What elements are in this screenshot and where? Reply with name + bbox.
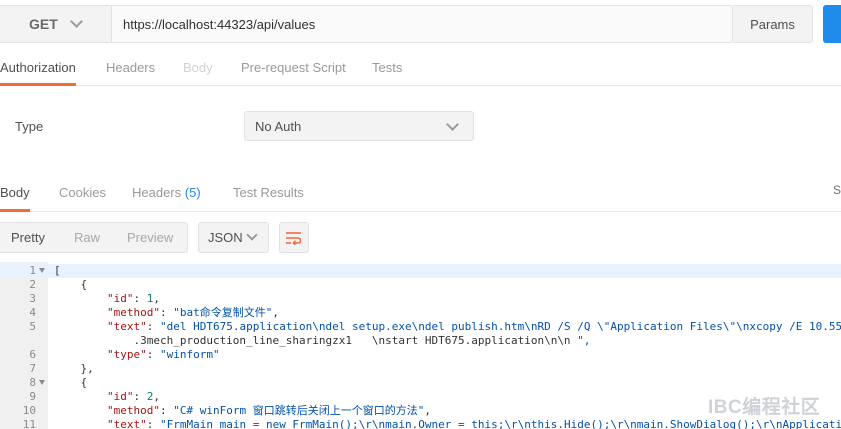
code-text: "method": "C# winForm 窗口跳转后关闭上一个窗口的方法", <box>106 404 431 417</box>
fold-toggle-icon[interactable] <box>39 268 45 273</box>
code-text: "text": "del HDT675.application\ndel set… <box>106 320 841 333</box>
code-line: .3mech_production_line_sharingzx1 \nstar… <box>0 334 841 348</box>
chevron-down-icon <box>246 229 258 241</box>
code-text: "id": 2, <box>106 390 160 403</box>
method-label: GET <box>29 16 58 32</box>
line-number: 11 <box>22 418 36 429</box>
code-text: "method": "bat命令复制文件", <box>106 306 279 319</box>
code-line: 5 "text": "del HDT675.application\ndel s… <box>0 320 841 334</box>
wrap-lines-button[interactable] <box>279 222 309 253</box>
tab-cookies[interactable]: Cookies <box>59 176 106 212</box>
request-tabs: Authorization Headers Body Pre-request S… <box>0 51 841 86</box>
code-text: }, <box>54 362 94 375</box>
auth-type-label: Type <box>15 119 44 134</box>
tab-authorization[interactable]: Authorization <box>0 51 76 86</box>
url-input[interactable]: https://localhost:44323/api/values <box>111 5 733 43</box>
auth-type-select[interactable]: No Auth <box>244 111 474 141</box>
code-line: 1[ <box>0 264 841 278</box>
code-line: 7 }, <box>0 362 841 376</box>
tab-response-headers[interactable]: Headers (5) <box>132 176 201 212</box>
request-bar: GET https://localhost:44323/api/values P… <box>0 0 841 50</box>
line-number: 5 <box>29 320 36 333</box>
chevron-down-icon <box>69 15 83 28</box>
view-mode-raw[interactable]: Raw <box>74 223 100 252</box>
code-line: 11 "text": "FrmMain main = new FrmMain()… <box>0 418 841 429</box>
code-line: 3 "id": 1, <box>0 292 841 306</box>
tab-response-headers-label: Headers <box>132 185 182 200</box>
code-line: 4 "method": "bat命令复制文件", <box>0 306 841 320</box>
format-select[interactable]: JSON <box>198 222 269 253</box>
tab-headers[interactable]: Headers <box>106 51 155 86</box>
send-button[interactable] <box>823 5 841 43</box>
tab-body[interactable]: Body <box>183 51 213 86</box>
wrap-lines-icon <box>286 231 302 245</box>
line-number: 6 <box>29 348 36 361</box>
fold-toggle-icon[interactable] <box>39 380 45 385</box>
code-text: { <box>54 376 88 389</box>
line-number: 9 <box>29 390 36 403</box>
line-number: 2 <box>29 278 36 291</box>
line-number: 7 <box>29 362 36 375</box>
format-value: JSON <box>208 230 243 245</box>
tab-tests[interactable]: Tests <box>372 51 402 86</box>
line-number: 10 <box>22 404 36 417</box>
line-number: 8 <box>29 376 36 389</box>
code-line: 6 "type": "winform" <box>0 348 841 362</box>
code-line: 2 { <box>0 278 841 292</box>
line-number: 3 <box>29 292 36 305</box>
chevron-down-icon <box>446 118 459 131</box>
code-text: "type": "winform" <box>106 348 220 361</box>
view-mode-group: Pretty Raw Preview <box>0 222 188 253</box>
code-text: "text": "FrmMain main = new FrmMain();\r… <box>106 418 841 429</box>
code-text: .3mech_production_line_sharingzx1 \nstar… <box>54 334 591 347</box>
headers-count-badge: (5) <box>184 185 201 200</box>
code-text: [ <box>54 264 61 277</box>
tab-response-body[interactable]: Body <box>0 176 30 212</box>
method-select[interactable]: GET <box>0 5 112 43</box>
tab-pre-request-script[interactable]: Pre-request Script <box>241 51 346 86</box>
status-label: St <box>833 183 841 197</box>
line-number: 4 <box>29 306 36 319</box>
response-tabs: Body Cookies Headers (5) Test Results <box>0 176 841 212</box>
code-line: 8 { <box>0 376 841 390</box>
code-text: { <box>54 278 88 291</box>
view-mode-preview[interactable]: Preview <box>127 223 173 252</box>
line-number: 1 <box>29 264 36 277</box>
view-mode-pretty[interactable]: Pretty <box>11 223 45 252</box>
auth-type-value: No Auth <box>255 118 302 134</box>
watermark: IBC编程社区 <box>708 397 821 418</box>
code-text: "id": 1, <box>106 292 160 305</box>
tab-test-results[interactable]: Test Results <box>233 176 304 212</box>
params-button[interactable]: Params <box>732 5 813 43</box>
